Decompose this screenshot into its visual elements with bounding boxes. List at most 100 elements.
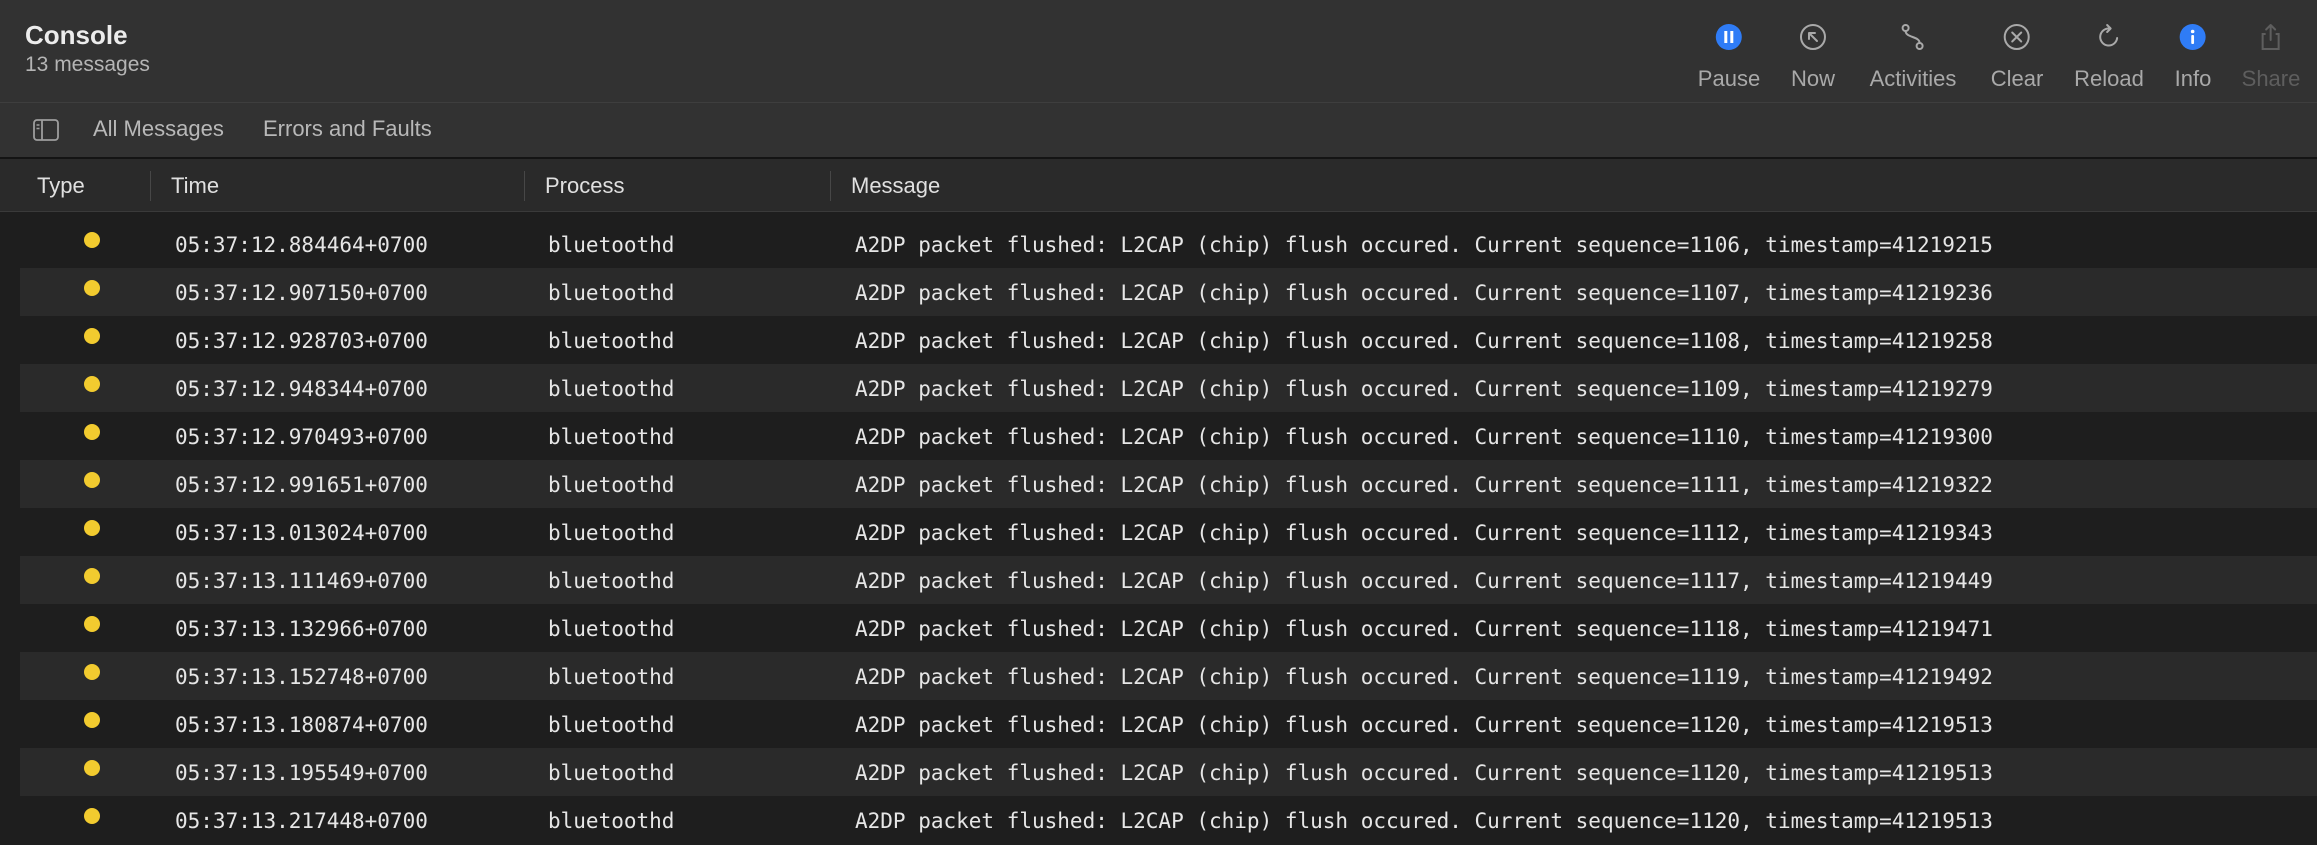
info-icon	[2176, 20, 2210, 54]
column-divider[interactable]	[830, 171, 831, 201]
share-label: Share	[2241, 66, 2301, 91]
default-level-icon	[84, 328, 100, 344]
table-row[interactable]: 05:37:12.970493+0700 bluetoothd A2DP packe…	[20, 412, 2317, 460]
default-level-icon	[84, 712, 100, 728]
row-process: bluetoothd	[548, 521, 675, 545]
clear-icon	[2000, 20, 2034, 54]
share-icon	[2254, 20, 2288, 54]
table-row[interactable]: 05:37:13.111469+0700 bluetoothd A2DP packe…	[20, 556, 2317, 604]
activities-label: Activities	[1869, 66, 1957, 91]
default-level-icon	[84, 472, 100, 488]
row-time: 05:37:13.180874+0700	[175, 713, 428, 737]
table-row[interactable]: 05:37:13.152748+0700 bluetoothd A2DP packe…	[20, 652, 2317, 700]
column-time[interactable]: Time	[171, 173, 219, 199]
default-level-icon	[84, 664, 100, 680]
pause-icon	[1712, 20, 1746, 54]
activities-button[interactable]: Activities	[1869, 20, 1957, 100]
table-row[interactable]: 05:37:13.180874+0700 bluetoothd A2DP packe…	[20, 700, 2317, 748]
share-button[interactable]: Share	[2241, 20, 2301, 100]
filter-bar: All Messages Errors and Faults	[0, 103, 2317, 159]
default-level-icon	[84, 280, 100, 296]
row-message: A2DP packet flushed: L2CAP (chip) flush …	[855, 761, 1993, 785]
now-button[interactable]: Now	[1791, 20, 1835, 100]
row-process: bluetoothd	[548, 569, 675, 593]
table-row[interactable]: 05:37:13.132966+0700 bluetoothd A2DP packe…	[20, 604, 2317, 652]
row-time: 05:37:13.013024+0700	[175, 521, 428, 545]
row-process: bluetoothd	[548, 473, 675, 497]
row-message: A2DP packet flushed: L2CAP (chip) flush …	[855, 665, 1993, 689]
title-bar: Console 13 messages Pause Now Activities…	[0, 0, 2317, 103]
row-time: 05:37:13.111469+0700	[175, 569, 428, 593]
default-level-icon	[84, 616, 100, 632]
column-message[interactable]: Message	[851, 173, 940, 199]
table-row[interactable]: 05:37:13.217448+0700 bluetoothd A2DP packe…	[20, 796, 2317, 844]
toolbar: Pause Now Activities Clear Reload Info S…	[0, 20, 2317, 100]
table-row[interactable]: 05:37:12.991651+0700 bluetoothd A2DP packe…	[20, 460, 2317, 508]
row-process: bluetoothd	[548, 329, 675, 353]
row-time: 05:37:13.132966+0700	[175, 617, 428, 641]
row-message: A2DP packet flushed: L2CAP (chip) flush …	[855, 617, 1993, 641]
jump-to-now-icon	[1796, 20, 1830, 54]
activities-icon	[1896, 20, 1930, 54]
row-time: 05:37:12.928703+0700	[175, 329, 428, 353]
sidebar-toggle-icon[interactable]	[33, 119, 59, 141]
row-process: bluetoothd	[548, 761, 675, 785]
row-process: bluetoothd	[548, 809, 675, 833]
row-time: 05:37:12.884464+0700	[175, 233, 428, 257]
row-message: A2DP packet flushed: L2CAP (chip) flush …	[855, 473, 1993, 497]
table-row[interactable]: 05:37:13.195549+0700 bluetoothd A2DP packe…	[20, 748, 2317, 796]
row-process: bluetoothd	[548, 713, 675, 737]
default-level-icon	[84, 808, 100, 824]
row-time: 05:37:12.948344+0700	[175, 377, 428, 401]
clear-label: Clear	[1990, 66, 2044, 91]
row-message: A2DP packet flushed: L2CAP (chip) flush …	[855, 809, 1993, 833]
row-time: 05:37:12.991651+0700	[175, 473, 428, 497]
default-level-icon	[84, 232, 100, 248]
row-message: A2DP packet flushed: L2CAP (chip) flush …	[855, 281, 1993, 305]
table-row[interactable]: 05:37:13.013024+0700 bluetoothd A2DP packe…	[20, 508, 2317, 556]
column-divider[interactable]	[150, 171, 151, 201]
row-process: bluetoothd	[548, 617, 675, 641]
table-row[interactable]: 05:37:12.884464+0700 bluetoothd A2DP packe…	[20, 220, 2317, 268]
pause-label: Pause	[1697, 66, 1761, 91]
default-level-icon	[84, 376, 100, 392]
default-level-icon	[84, 424, 100, 440]
now-label: Now	[1790, 66, 1836, 91]
default-level-icon	[84, 760, 100, 776]
clear-button[interactable]: Clear	[1990, 20, 2044, 100]
row-message: A2DP packet flushed: L2CAP (chip) flush …	[855, 377, 1993, 401]
row-process: bluetoothd	[548, 233, 675, 257]
table-row[interactable]: 05:37:12.928703+0700 bluetoothd A2DP packe…	[20, 316, 2317, 364]
row-message: A2DP packet flushed: L2CAP (chip) flush …	[855, 569, 1993, 593]
row-time: 05:37:13.217448+0700	[175, 809, 428, 833]
column-type[interactable]: Type	[37, 173, 85, 199]
row-message: A2DP packet flushed: L2CAP (chip) flush …	[855, 329, 1993, 353]
info-button[interactable]: Info	[2174, 20, 2212, 100]
column-header: Type Time Process Message	[0, 159, 2317, 212]
row-process: bluetoothd	[548, 281, 675, 305]
row-time: 05:37:13.152748+0700	[175, 665, 428, 689]
column-process[interactable]: Process	[545, 173, 624, 199]
row-time: 05:37:12.970493+0700	[175, 425, 428, 449]
row-time: 05:37:12.907150+0700	[175, 281, 428, 305]
row-process: bluetoothd	[548, 665, 675, 689]
row-message: A2DP packet flushed: L2CAP (chip) flush …	[855, 233, 1993, 257]
default-level-icon	[84, 520, 100, 536]
row-time: 05:37:13.195549+0700	[175, 761, 428, 785]
info-label: Info	[2174, 66, 2212, 91]
default-level-icon	[84, 568, 100, 584]
reload-icon	[2092, 20, 2126, 54]
column-divider[interactable]	[524, 171, 525, 201]
table-row[interactable]: 05:37:12.948344+0700 bluetoothd A2DP packe…	[20, 364, 2317, 412]
row-message: A2DP packet flushed: L2CAP (chip) flush …	[855, 713, 1993, 737]
row-message: A2DP packet flushed: L2CAP (chip) flush …	[855, 521, 1993, 545]
filter-all-messages[interactable]: All Messages	[93, 116, 224, 142]
row-process: bluetoothd	[548, 377, 675, 401]
reload-button[interactable]: Reload	[2074, 20, 2144, 100]
reload-label: Reload	[2074, 66, 2144, 91]
filter-errors-and-faults[interactable]: Errors and Faults	[263, 116, 432, 142]
table-row[interactable]: 05:37:12.907150+0700 bluetoothd A2DP packe…	[20, 268, 2317, 316]
row-process: bluetoothd	[548, 425, 675, 449]
pause-button[interactable]: Pause	[1698, 20, 1760, 100]
row-message: A2DP packet flushed: L2CAP (chip) flush …	[855, 425, 1993, 449]
